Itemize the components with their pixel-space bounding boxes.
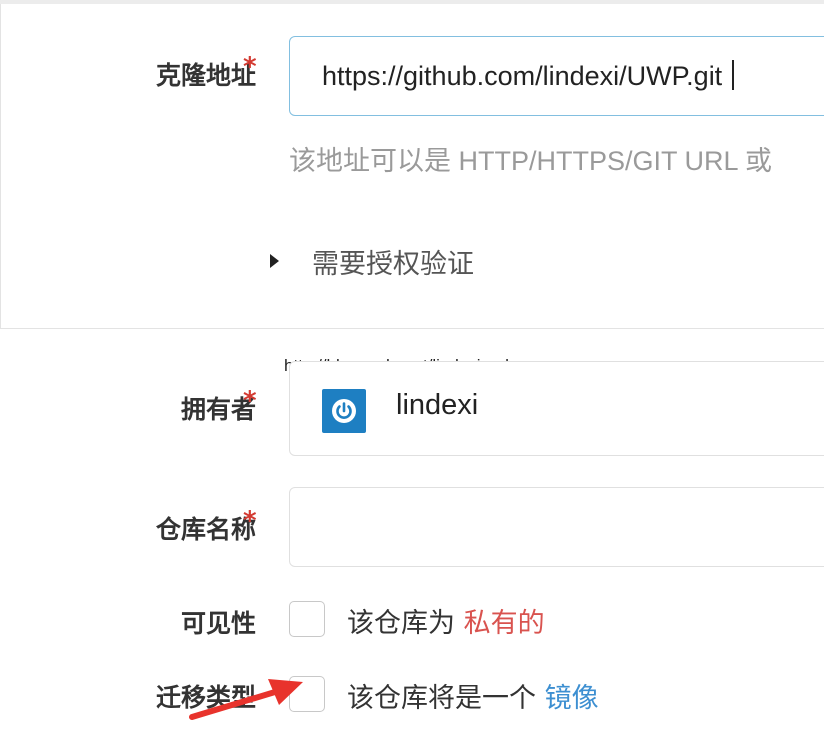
text-caret	[732, 59, 734, 90]
visibility-text: 该仓库为 私有的	[347, 608, 545, 639]
owner-select[interactable]: lindexi	[289, 361, 824, 456]
power-icon	[332, 399, 356, 423]
section-border	[0, 4, 1, 328]
auth-toggle-label: 需要授权验证	[312, 248, 474, 280]
owner-name: lindexi	[396, 389, 479, 421]
mirror-highlight: 镜像	[544, 683, 599, 714]
annotation-arrow-icon	[189, 679, 303, 720]
clone-url-label: 克隆地址	[155, 61, 256, 90]
private-checkbox[interactable]	[289, 601, 325, 637]
required-mark: *	[243, 52, 257, 82]
clone-url-value: https://github.com/lindexi/UWP.git	[322, 61, 723, 91]
section-divider	[0, 328, 824, 329]
repo-name-label: 仓库名称	[155, 515, 256, 544]
avatar	[322, 389, 366, 433]
top-strip	[0, 0, 824, 4]
auth-toggle[interactable]: 需要授权验证	[270, 244, 474, 280]
private-highlight: 私有的	[463, 608, 545, 639]
visibility-label: 可见性	[180, 609, 256, 638]
required-mark: *	[243, 506, 257, 536]
repo-name-input[interactable]	[289, 487, 824, 567]
caret-right-icon	[270, 254, 279, 268]
required-mark: *	[243, 386, 257, 416]
clone-url-input[interactable]: https://github.com/lindexi/UWP.git	[289, 36, 824, 116]
migration-type-text: 该仓库将是一个 镜像	[347, 683, 599, 714]
clone-url-hint: 该地址可以是 HTTP/HTTPS/GIT URL 或	[289, 146, 773, 176]
